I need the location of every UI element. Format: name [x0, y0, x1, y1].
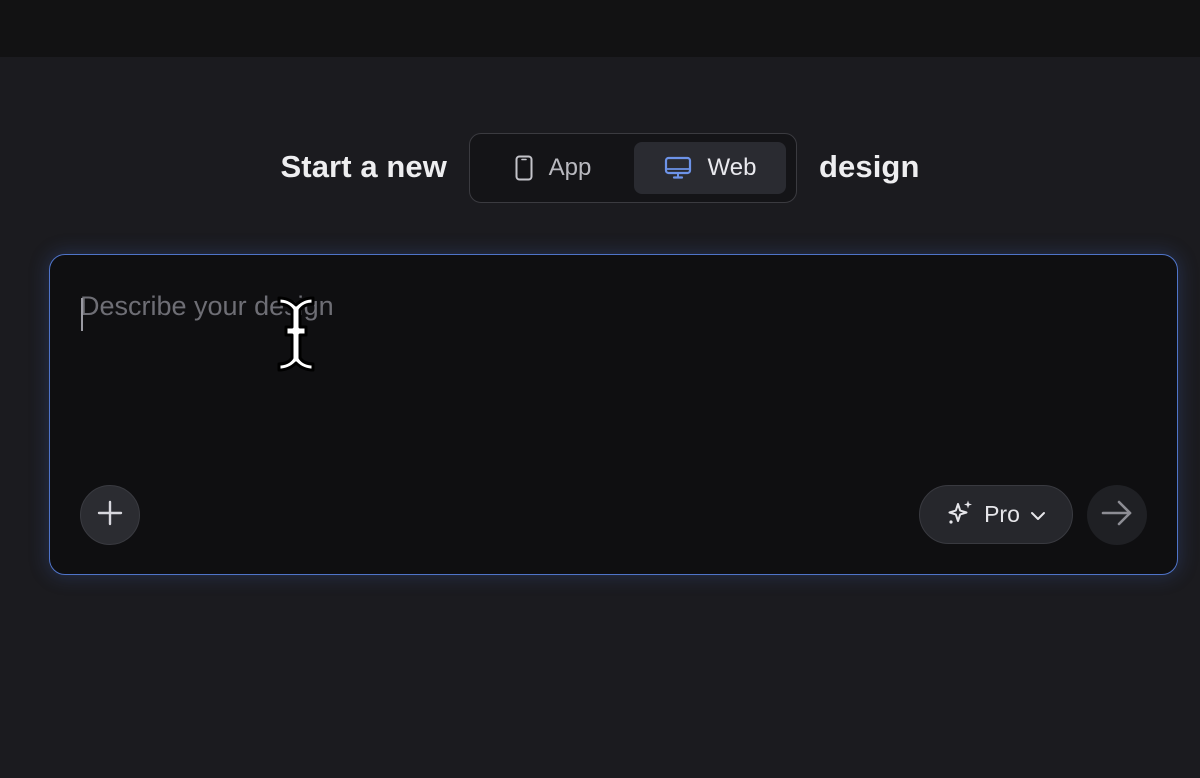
plus-icon: [97, 500, 123, 531]
toggle-label-app: App: [548, 154, 592, 181]
headline-prefix: Start a new: [280, 149, 447, 184]
sparkles-icon: [946, 498, 974, 532]
arrow-right-icon: [1101, 500, 1133, 531]
headline: Start a new App Web design: [0, 133, 1200, 203]
chevron-down-icon: [1030, 501, 1046, 528]
top-bar: [0, 0, 1200, 57]
design-prompt-input[interactable]: [80, 291, 1140, 481]
toggle-option-app[interactable]: App: [478, 142, 628, 194]
model-selector-button[interactable]: Pro: [919, 485, 1073, 544]
add-attachment-button[interactable]: [80, 485, 140, 545]
design-prompt-composer: Pro: [49, 254, 1178, 575]
monitor-icon: [664, 156, 692, 180]
toggle-label-web: Web: [707, 154, 757, 181]
headline-suffix: design: [818, 149, 920, 184]
platform-toggle: App Web: [468, 133, 797, 203]
text-caret: [81, 298, 83, 331]
mobile-phone-icon: [515, 155, 533, 181]
toggle-option-web[interactable]: Web: [633, 142, 786, 194]
send-button[interactable]: [1087, 485, 1147, 545]
model-label: Pro: [984, 501, 1020, 527]
